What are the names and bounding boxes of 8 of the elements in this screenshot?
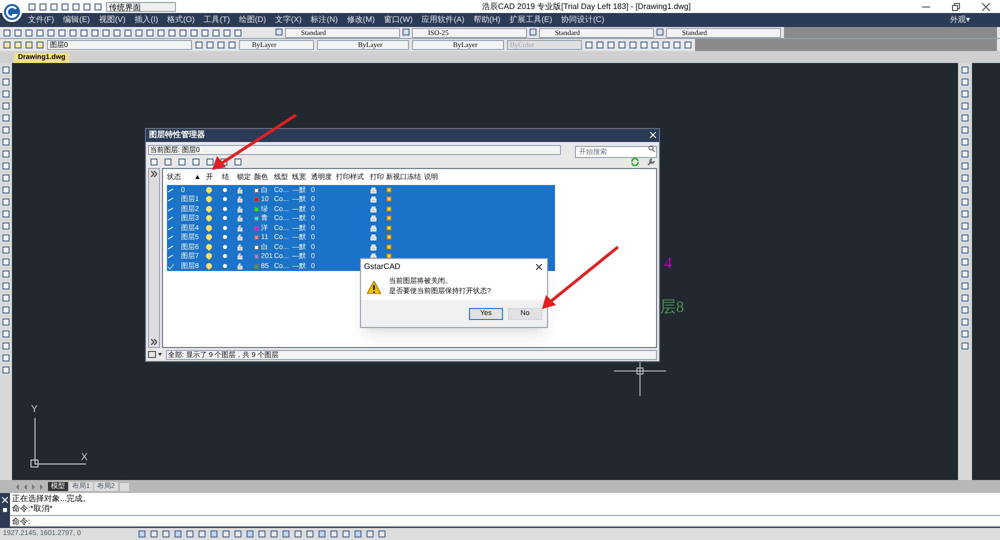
axis-label: X bbox=[81, 452, 88, 464]
dialog-title: GstarCAD bbox=[364, 260, 400, 272]
command-history: 正在选择对象...完成。 命令:*取消* bbox=[10, 493, 1000, 516]
axis-label: Y bbox=[31, 404, 38, 416]
canvas-text: 4 bbox=[664, 254, 673, 274]
dialog-title: 图层特性管理器 bbox=[149, 129, 205, 142]
canvas-text: 层8 bbox=[660, 298, 684, 318]
window-title: 浩辰CAD 2019 专业版[Trial Day Left 183] - [Drawing1.dwg] bbox=[482, 0, 691, 12]
